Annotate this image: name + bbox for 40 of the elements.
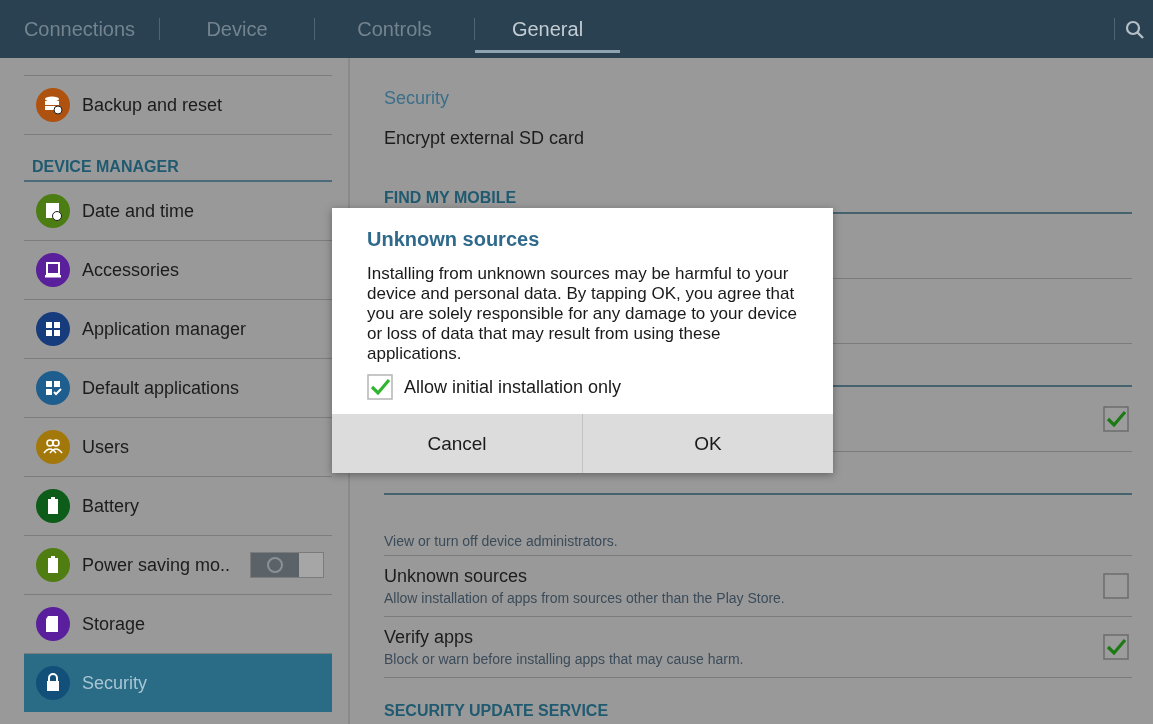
dialog-title: Unknown sources (366, 227, 541, 252)
setting-title: Unknown sources (384, 566, 529, 587)
checkbox-label: Allow initial installation only (404, 376, 622, 398)
dialog-button[interactable]: OK (582, 414, 833, 473)
item-label: Default applications (82, 377, 241, 399)
setting-row[interactable]: Unknown sources Allow installation of apps from sources other than the Play Store. (384, 556, 1132, 617)
item-label: Battery (82, 495, 141, 517)
setting-row[interactable]: View or turn off device administrators. (384, 495, 1132, 556)
setting-title: Verify apps (384, 627, 475, 648)
sidebar-item[interactable]: Power saving mo.. (24, 535, 332, 594)
setting-description: Allow installation of apps from sources other than the Play Store. (384, 590, 786, 606)
setting-row[interactable]: Encrypt external SD card (384, 112, 1132, 165)
item-label: Date and time (82, 200, 196, 222)
sidebar-item[interactable]: Users (24, 417, 332, 476)
item-label: Users (82, 436, 130, 458)
item-label: Backup and reset (82, 94, 224, 116)
tab[interactable]: General (475, 0, 620, 58)
sidebar-item[interactable]: Battery (24, 476, 332, 535)
setting-title: Encrypt external SD card (384, 128, 586, 149)
dialog-message: Installing from unknown sources may be harmful to your device and personal data. By tapping OK, you agree that you are solely responsible for any damage to your device or loss of data that may result from using these applications. (366, 264, 798, 364)
item-label: Power saving mo.. (82, 554, 232, 576)
sidebar-item[interactable]: Application manager (24, 299, 332, 358)
item-label: Accessories (82, 259, 181, 281)
setting-description: View or turn off device administrators. (384, 533, 619, 549)
category-title: Security (384, 86, 451, 110)
sidebar-item[interactable]: Accessories (24, 240, 332, 299)
item-label: Security (82, 672, 149, 694)
sidebar-item[interactable]: Security (24, 653, 332, 712)
sidebar-item[interactable]: Default applications (24, 358, 332, 417)
section-header: DEVICE MANAGER (24, 134, 332, 182)
setting-description: Block or warn before installing apps that may cause harm. (384, 651, 745, 667)
item-label: Application manager (82, 318, 248, 340)
section-header: SECURITY UPDATE SERVICE (384, 678, 1132, 724)
sidebar-item[interactable]: Date and time (24, 182, 332, 240)
toggle-switch[interactable] (250, 552, 324, 578)
setting-row[interactable]: Verify apps Block or warn before installing apps that may cause harm. (384, 617, 1132, 678)
sidebar-item[interactable]: Backup and reset (24, 75, 332, 134)
dialog-button[interactable]: Cancel (332, 414, 582, 473)
item-label: Storage (82, 613, 147, 635)
search-icon (1124, 19, 1144, 39)
